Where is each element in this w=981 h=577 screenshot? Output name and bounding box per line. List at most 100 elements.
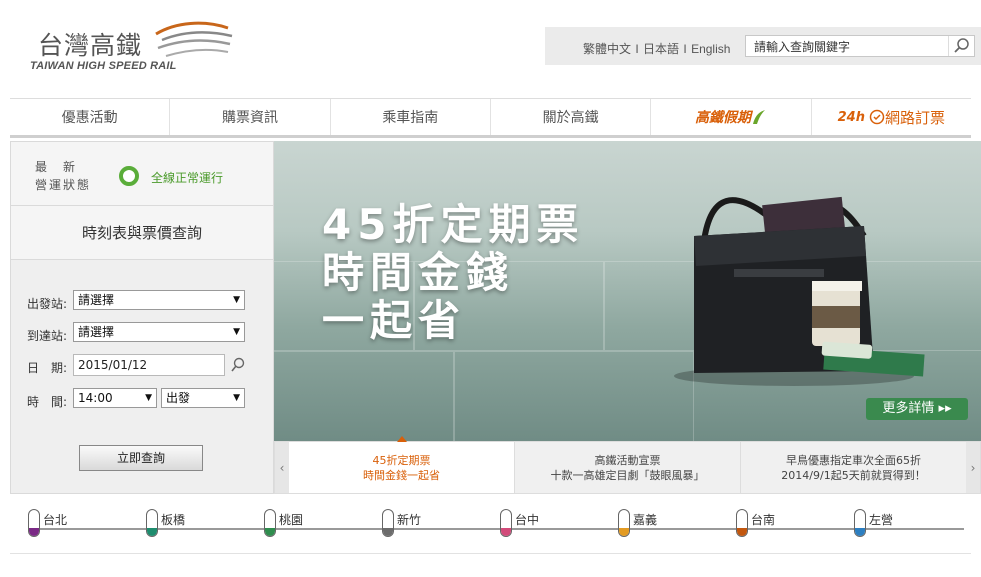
search-button[interactable] [948, 36, 974, 56]
nav-online-booking[interactable]: 24h 網路訂票 [812, 99, 971, 135]
station-pin-icon [854, 509, 866, 537]
station-pin-icon [382, 509, 394, 537]
nav-ticket-info[interactable]: 購票資訊 [170, 99, 331, 135]
station-pin-icon [618, 509, 630, 537]
search-now-button[interactable]: 立即查詢 [79, 445, 203, 471]
station-color-dot [501, 528, 511, 536]
promo-line-1: 高鐵活動宣票 [594, 454, 661, 467]
station-color-dot [383, 528, 393, 536]
chevron-down-icon: ▼ [233, 393, 240, 403]
nav-travel-guide[interactable]: 乘車指南 [331, 99, 491, 135]
hero-line-3: 一起省 [322, 296, 467, 345]
carousel-next-button[interactable]: › [966, 442, 980, 493]
search-input[interactable] [746, 36, 946, 56]
floor-tile [454, 351, 694, 441]
lang-english[interactable]: English [691, 42, 730, 56]
logo-chinese: 台灣高鐵 [38, 31, 143, 60]
lang-traditional-chinese[interactable]: 繁體中文 [583, 42, 631, 56]
promo-line-1: 45折定期票 [372, 454, 431, 467]
query-form: 出發站: 請選擇 ▼ 到達站: 請選擇 ▼ 日 期: 2015/01/12 時 間:… [11, 260, 273, 432]
main-nav: 優惠活動 購票資訊 乘車指南 關於高鐵 高鐵假期 24h 網路訂票 [10, 98, 971, 138]
rail-track [28, 528, 964, 530]
more-details-button[interactable]: 更多詳情 ▸▸ [866, 398, 968, 420]
search-icon [954, 38, 969, 53]
time-value: 14:00 [78, 391, 113, 405]
direction-value: 出發 [166, 391, 191, 405]
carousel-prev-button[interactable]: ‹ [275, 442, 289, 493]
time-label: 時 間: [27, 395, 68, 409]
to-station-select[interactable]: 請選擇 ▼ [73, 322, 245, 342]
logo-english: TAIWAN HIGH SPEED RAIL [30, 60, 177, 72]
status-ring-icon [119, 166, 139, 186]
chevron-right-icon: › [970, 460, 976, 475]
station-pin-icon [146, 509, 158, 537]
nav-order-label: 網路訂票 [884, 108, 945, 127]
to-label: 到達站: [27, 329, 68, 343]
nav-order-24h: 24h [837, 109, 865, 125]
hero-line-1: 45折定期票 [322, 200, 585, 249]
promo-line-2: 十款一高雄定目劇「鼓眼風暴」 [550, 469, 705, 482]
floor-tile [274, 351, 454, 441]
query-title: 時刻表與票價查詢 [11, 206, 273, 260]
station-name: 台北 [43, 513, 68, 527]
station-color-dot [265, 528, 275, 536]
briefcase-illustration-icon [674, 196, 925, 386]
date-input[interactable]: 2015/01/12 [73, 354, 225, 376]
lang-japanese[interactable]: 日本語 [643, 42, 679, 56]
hero-line-2: 時間金錢 [322, 248, 515, 297]
chevron-down-icon: ▼ [233, 295, 240, 305]
search-box [745, 35, 975, 57]
nav-thsr-holiday[interactable]: 高鐵假期 [651, 99, 812, 135]
leaf-icon [752, 110, 765, 124]
chevron-left-icon: ‹ [279, 460, 285, 475]
station-pin-icon [264, 509, 276, 537]
nav-holiday-label: 高鐵假期 [694, 110, 751, 126]
clock-icon [869, 109, 885, 125]
chevron-down-icon: ▼ [233, 327, 240, 337]
station-name: 左營 [869, 513, 894, 527]
promo-carousel: ‹ 45折定期票 時間金錢一起省 高鐵活動宣票 十款一高雄定目劇「鼓眼風暴」 早… [274, 436, 981, 494]
station-pin-icon [500, 509, 512, 537]
calendar-search-icon[interactable] [229, 356, 247, 374]
chevron-down-icon: ▼ [145, 393, 152, 403]
promo-line-1: 早鳥優惠指定車次全面65折 [786, 454, 921, 467]
from-station-select[interactable]: 請選擇 ▼ [73, 290, 245, 310]
status-label: 最 新 營運狀態 [35, 160, 92, 192]
time-select[interactable]: 14:00 ▼ [73, 388, 157, 408]
hero-headline: 45折定期票 時間金錢 一起省 [322, 201, 584, 345]
from-station-value: 請選擇 [78, 293, 115, 307]
left-panel: 最 新 營運狀態 全線正常運行 時刻表與票價查詢 出發站: 請選擇 ▼ 到達站: … [10, 141, 274, 494]
station-pin-icon [736, 509, 748, 537]
promo-item[interactable]: 45折定期票 時間金錢一起省 [289, 436, 515, 493]
divider [10, 553, 971, 554]
operation-status[interactable]: 最 新 營運狀態 全線正常運行 [11, 142, 273, 206]
station-color-dot [855, 528, 865, 536]
active-caret-icon [396, 436, 407, 442]
direction-select[interactable]: 出發 ▼ [161, 388, 245, 408]
status-text: 全線正常運行 [151, 171, 224, 185]
station-color-dot [29, 528, 39, 536]
language-switcher: 繁體中文 I 日本語 I English [583, 42, 731, 56]
hero-banner[interactable]: 45折定期票 時間金錢 一起省 更多詳情 ▸▸ [274, 141, 981, 441]
nav-promotions[interactable]: 優惠活動 [10, 99, 171, 135]
station-name: 新竹 [397, 513, 422, 527]
from-label: 出發站: [27, 297, 68, 311]
station-name: 嘉義 [633, 513, 658, 527]
logo-swoosh-icon [155, 21, 233, 57]
station-name: 桃園 [279, 513, 304, 527]
station-name: 台南 [751, 513, 776, 527]
nav-about[interactable]: 關於高鐵 [491, 99, 652, 135]
date-label: 日 期: [27, 361, 68, 375]
station-color-dot [737, 528, 747, 536]
station-pin-icon [28, 509, 40, 537]
to-station-value: 請選擇 [78, 325, 115, 339]
promo-item[interactable]: 高鐵活動宣票 十款一高雄定目劇「鼓眼風暴」 [515, 442, 741, 493]
station-color-dot [147, 528, 157, 536]
promo-line-2: 時間金錢一起省 [363, 469, 440, 482]
station-name: 台中 [515, 513, 540, 527]
logo[interactable]: 台灣高鐵 TAIWAN HIGH SPEED RAIL [30, 18, 250, 80]
station-name: 板橋 [161, 513, 186, 527]
promo-item[interactable]: 早鳥優惠指定車次全面65折 2014/9/1起5天前就買得到！ [741, 442, 966, 493]
top-utility-bar: 繁體中文 I 日本語 I English [545, 27, 981, 65]
station-color-dot [619, 528, 629, 536]
